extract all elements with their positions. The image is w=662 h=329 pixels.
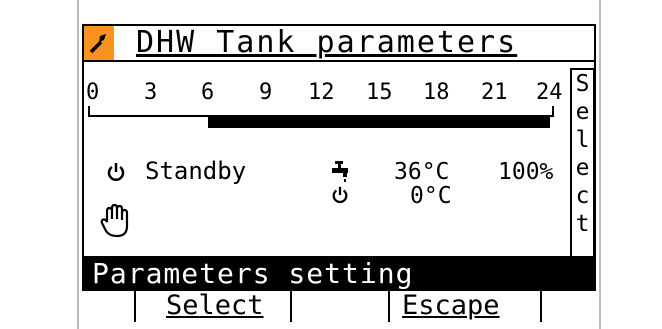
timeline-start-cap [88,106,90,117]
hand-icon [100,203,130,242]
select-letter: c [575,183,590,209]
lcd-screen: DHW Tank parameters 0 3 6 9 12 15 18 21 … [0,0,662,329]
tap-icon [331,160,349,186]
scale-tick-label: 3 [144,80,158,105]
select-letter: e [575,155,590,181]
screen-frame-left [77,0,79,329]
temperature-reading: 36°C [394,159,450,185]
softkey-divider [388,291,390,322]
select-letter: e [575,99,590,125]
scale-tick-label: 9 [259,80,273,105]
timeline-end-cap [552,106,554,117]
select-letter: t [575,211,590,237]
percent-reading: 100% [498,159,554,185]
wrench-icon [84,26,114,60]
escape-softkey[interactable]: Escape [402,291,500,321]
page-title: DHW Tank parameters [136,25,518,60]
scale-tick-label: 15 [366,80,393,105]
power-icon [106,162,126,186]
scale-tick-label: 21 [481,80,508,105]
select-softkey[interactable]: Select [166,291,264,321]
select-letter: S [575,71,590,97]
screen-frame-right [599,0,601,329]
scale-tick-label: 24 [536,80,563,105]
select-side-button[interactable]: S e l e c t [570,68,595,258]
status-bar-text: Parameters setting [92,257,414,290]
softkey-divider [290,291,292,322]
scale-tick-label: 0 [86,80,100,105]
select-letter: l [575,127,590,153]
power-icon [331,186,349,208]
timeline-active-bar [208,115,550,128]
scale-tick-label: 18 [423,80,450,105]
scale-tick-label: 6 [201,80,215,105]
softkey-row: Select Escape [82,291,596,322]
mode-status: Standby [145,157,247,185]
softkey-divider [134,291,136,322]
title-bar: DHW Tank parameters [82,24,596,62]
status-bar: Parameters setting [82,257,596,291]
setpoint-reading: 0°C [410,183,452,209]
scale-tick-label: 12 [308,80,335,105]
softkey-divider [540,291,542,322]
